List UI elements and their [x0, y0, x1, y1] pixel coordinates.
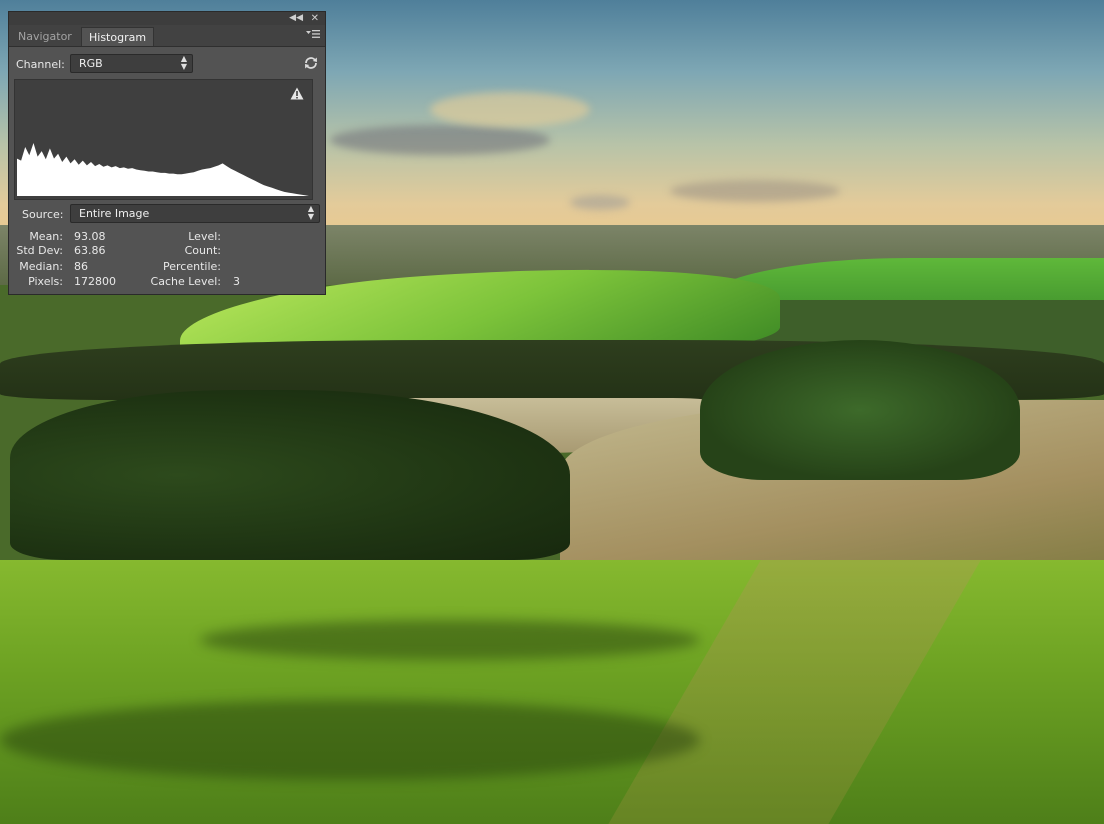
tab-histogram[interactable]: Histogram — [81, 27, 155, 46]
stat-mean-label: Mean: — [29, 230, 63, 243]
collapse-icon[interactable]: ◀◀ — [289, 12, 303, 25]
histogram-graph — [14, 79, 313, 200]
stat-pixels-label: Pixels: — [28, 275, 63, 288]
cloud — [570, 195, 630, 210]
stat-level-label: Level: — [188, 230, 221, 243]
select-arrows-icon: ▲ ▼ — [180, 54, 187, 71]
panel-titlebar[interactable]: ◀◀ ✕ — [9, 12, 325, 25]
select-arrows-icon: ▲ ▼ — [307, 204, 314, 221]
stat-percentile-label: Percentile: — [163, 260, 221, 273]
stat-cache-level-value: 3 — [233, 275, 240, 288]
grass-shadow — [200, 620, 700, 660]
panel-tabs: Navigator Histogram — [9, 25, 325, 47]
source-select[interactable]: Entire Image ▲ ▼ — [70, 204, 320, 223]
source-value: Entire Image — [79, 207, 150, 220]
trees — [700, 340, 1020, 480]
close-icon[interactable]: ✕ — [311, 12, 319, 25]
grass-shadow — [0, 700, 700, 780]
tab-navigator[interactable]: Navigator — [11, 27, 79, 46]
channel-value: RGB — [79, 57, 103, 70]
stat-count-label: Count: — [184, 244, 221, 257]
stat-cache-level-label: Cache Level: — [150, 275, 221, 288]
cloud — [670, 180, 840, 202]
cloud — [430, 92, 590, 127]
warning-icon[interactable] — [290, 87, 304, 100]
trees — [10, 390, 570, 560]
stat-median-value: 86 — [74, 260, 88, 273]
histogram-panel: ◀◀ ✕ Navigator Histogram Channel: RGB ▲ ▼… — [8, 11, 326, 295]
channel-select[interactable]: RGB ▲ ▼ — [70, 54, 193, 73]
stat-stddev-value: 63.86 — [74, 244, 106, 257]
histogram-area — [17, 143, 309, 196]
stat-mean-value: 93.08 — [74, 230, 106, 243]
stat-median-label: Median: — [19, 260, 63, 273]
channel-label: Channel: — [16, 58, 65, 71]
stat-pixels-value: 172800 — [74, 275, 116, 288]
histogram-chart — [17, 143, 309, 196]
stat-stddev-label: Std Dev: — [16, 244, 63, 257]
refresh-icon[interactable] — [303, 55, 319, 71]
panel-menu-icon[interactable] — [306, 29, 320, 39]
source-label: Source: — [22, 208, 64, 221]
cloud — [330, 125, 550, 155]
